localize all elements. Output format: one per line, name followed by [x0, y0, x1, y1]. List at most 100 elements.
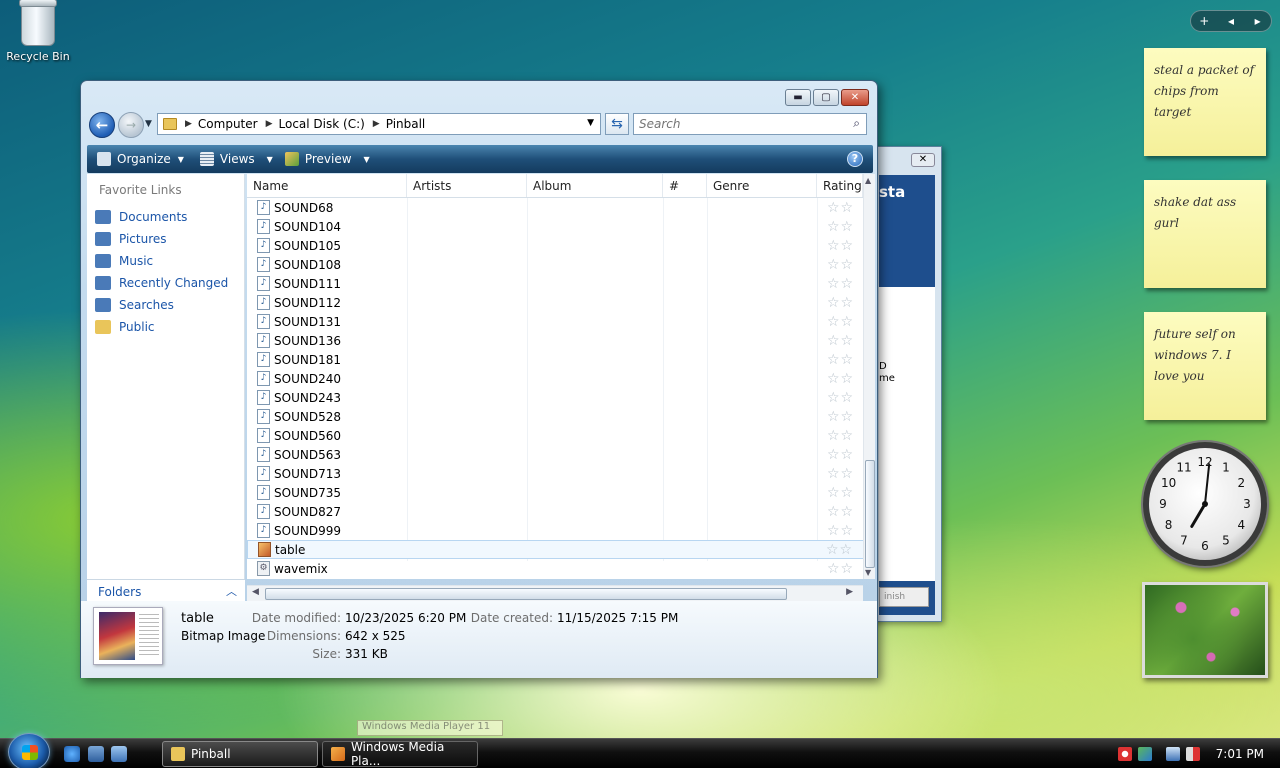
breadcrumb-separator-icon[interactable]: ▶: [185, 119, 192, 129]
sidebar-next-button[interactable]: ▸: [1244, 14, 1271, 28]
windows-defender-icon[interactable]: [1137, 747, 1152, 761]
help-button[interactable]: ?: [847, 151, 863, 167]
nav-link-public[interactable]: Public: [87, 316, 244, 338]
address-row: ← → ▼ ▶ Computer ▶ Local Disk (C:) ▶ Pin…: [87, 111, 873, 138]
back-button[interactable]: ←: [89, 112, 115, 138]
close-button[interactable]: ✕: [841, 89, 869, 106]
file-row[interactable]: ♪ SOUND131 ☆☆: [247, 312, 873, 331]
address-bar[interactable]: ▶ Computer ▶ Local Disk (C:) ▶ Pinball ▼: [157, 113, 601, 135]
column-header-track[interactable]: #: [663, 174, 707, 197]
file-row[interactable]: ♪ SOUND563 ☆☆: [247, 445, 873, 464]
network-icon[interactable]: [1165, 747, 1180, 761]
file-row[interactable]: ♪ SOUND181 ☆☆: [247, 350, 873, 369]
start-button[interactable]: [8, 733, 50, 768]
system-clock[interactable]: 7:01 PM: [1216, 747, 1264, 761]
date-modified-label: Date modified:: [251, 611, 341, 625]
sticky-note[interactable]: steal a packet of chips from target: [1144, 48, 1266, 156]
switch-windows-icon[interactable]: [111, 746, 127, 762]
file-row[interactable]: ♪ SOUND105 ☆☆: [247, 236, 873, 255]
folders-label: Folders: [98, 585, 142, 599]
file-row[interactable]: ♪ SOUND243 ☆☆: [247, 388, 873, 407]
column-header-album[interactable]: Album: [527, 174, 663, 197]
breadcrumb-separator-icon[interactable]: ▶: [373, 119, 380, 129]
file-row[interactable]: ♪ SOUND104 ☆☆: [247, 217, 873, 236]
clock-numeral: 6: [1201, 539, 1209, 553]
maximize-button[interactable]: ▢: [813, 89, 839, 106]
file-row[interactable]: ♪ SOUND112 ☆☆: [247, 293, 873, 312]
scroll-right-icon[interactable]: ▶: [846, 587, 853, 597]
file-row[interactable]: ♪ SOUND108 ☆☆: [247, 255, 873, 274]
column-header-genre[interactable]: Genre: [707, 174, 817, 197]
explorer-window[interactable]: ▬ ▢ ✕ ← → ▼ ▶ Computer ▶ Local Disk (C:)…: [80, 80, 878, 678]
scroll-down-icon[interactable]: ▼: [865, 568, 871, 577]
column-header-artists[interactable]: Artists: [407, 174, 527, 197]
file-row[interactable]: ♪ SOUND136 ☆☆: [247, 331, 873, 350]
sidebar-prev-button[interactable]: ◂: [1218, 14, 1245, 28]
sticky-note[interactable]: shake dat ass gurl: [1144, 180, 1266, 288]
file-name-cell: ♪ SOUND131: [247, 314, 407, 329]
internet-explorer-icon[interactable]: [64, 746, 80, 762]
file-row[interactable]: ♪ SOUND713 ☆☆: [247, 464, 873, 483]
file-row[interactable]: ♪ SOUND827 ☆☆: [247, 502, 873, 521]
audio-file-icon: ♪: [257, 314, 270, 329]
clock-gadget[interactable]: 12 1 2 3 4 5 6 7 8 9 10 11: [1143, 442, 1267, 566]
search-input[interactable]: [634, 114, 834, 134]
recycle-bin[interactable]: Recycle Bin: [6, 0, 70, 63]
volume-muted-icon[interactable]: [1185, 747, 1200, 761]
slideshow-gadget[interactable]: [1142, 582, 1268, 678]
taskbar-button-pinball[interactable]: Pinball: [162, 741, 318, 767]
scroll-left-icon[interactable]: ◀: [252, 587, 259, 597]
background-window[interactable]: ✕ sta D me inish: [872, 146, 942, 622]
close-button[interactable]: ✕: [911, 153, 935, 167]
sticky-note[interactable]: future self on windows 7. I love you: [1144, 312, 1266, 420]
refresh-button[interactable]: ⇆: [605, 113, 629, 135]
file-row[interactable]: ⚙ wavemix ☆☆: [247, 559, 873, 578]
search-box[interactable]: ⌕: [633, 113, 867, 135]
scroll-up-icon[interactable]: ▲: [865, 176, 871, 185]
file-row[interactable]: table ☆☆: [247, 540, 873, 559]
file-row[interactable]: ♪ SOUND560 ☆☆: [247, 426, 873, 445]
breadcrumb-computer[interactable]: Computer: [198, 117, 258, 131]
wizard-text: D me: [879, 361, 895, 385]
scroll-thumb[interactable]: [265, 588, 787, 600]
show-desktop-icon[interactable]: [88, 746, 104, 762]
organize-button[interactable]: Organize ▼: [97, 152, 184, 166]
column-header-rating[interactable]: Rating: [817, 174, 863, 197]
security-alert-icon[interactable]: [1117, 747, 1132, 761]
taskbar-button-media-player[interactable]: Windows Media Pla...: [322, 740, 478, 768]
breadcrumb-pinball[interactable]: Pinball: [386, 117, 426, 131]
file-row[interactable]: ♪ SOUND111 ☆☆: [247, 274, 873, 293]
nav-link-music[interactable]: Music: [87, 250, 244, 272]
forward-button[interactable]: →: [118, 112, 144, 138]
nav-link-pictures[interactable]: Pictures: [87, 228, 244, 250]
preview-button[interactable]: Preview ▼: [284, 152, 370, 166]
horizontal-scrollbar[interactable]: ◀ ▶: [247, 585, 863, 601]
breadcrumb-local-disk[interactable]: Local Disk (C:): [279, 117, 365, 131]
add-gadget-button[interactable]: +: [1191, 14, 1218, 28]
file-row[interactable]: ♪ SOUND68 ☆☆: [247, 198, 873, 217]
views-button[interactable]: Views ▼: [199, 152, 273, 166]
file-name-cell: ♪ SOUND136: [247, 333, 407, 348]
search-icon[interactable]: ⌕: [853, 116, 860, 131]
file-name: SOUND560: [274, 428, 341, 443]
finish-button[interactable]: inish: [879, 587, 929, 607]
chevron-down-icon: ▼: [177, 154, 184, 164]
recent-pages-dropdown[interactable]: ▼: [145, 119, 152, 129]
file-row[interactable]: ♪ SOUND735 ☆☆: [247, 483, 873, 502]
sticky-note-text: shake dat ass gurl: [1154, 195, 1237, 230]
nav-link-recently-changed[interactable]: Recently Changed: [87, 272, 244, 294]
nav-link-searches[interactable]: Searches: [87, 294, 244, 316]
nav-link-documents[interactable]: Documents: [87, 206, 244, 228]
minimize-button[interactable]: ▬: [785, 89, 811, 106]
vertical-scrollbar[interactable]: ▲ ▼: [863, 174, 875, 579]
file-row[interactable]: ♪ SOUND240 ☆☆: [247, 369, 873, 388]
documents-icon: [95, 210, 111, 224]
views-icon: [199, 152, 214, 166]
file-row[interactable]: ♪ SOUND528 ☆☆: [247, 407, 873, 426]
address-dropdown-icon[interactable]: ▼: [587, 118, 594, 128]
file-row[interactable]: ♪ SOUND999 ☆☆: [247, 521, 873, 540]
column-header-name[interactable]: Name: [247, 174, 407, 197]
scroll-thumb[interactable]: [865, 460, 875, 568]
breadcrumb-separator-icon[interactable]: ▶: [266, 119, 273, 129]
folders-toggle[interactable]: Folders ︿: [87, 579, 245, 603]
